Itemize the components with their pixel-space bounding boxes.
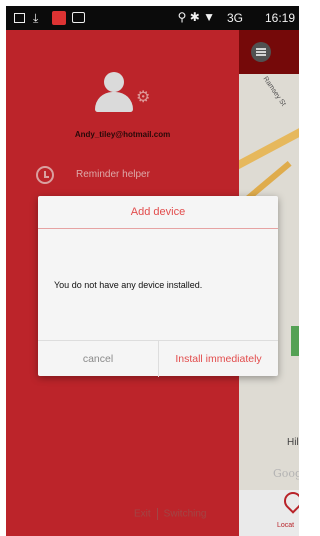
photo-icon — [72, 12, 85, 23]
status-bar: ⤓ ⚲ ✱ ▼ 3G 16:19 — [6, 6, 299, 30]
dialog-title: Add device — [130, 206, 186, 218]
add-device-dialog: Add device You do not have any device in… — [38, 196, 278, 377]
cancel-button[interactable]: cancel — [38, 341, 158, 377]
bluetooth-icon: ✱ — [189, 10, 200, 24]
dialog-title-divider — [38, 228, 278, 229]
install-immediately-button[interactable]: Install immediately — [158, 341, 278, 377]
dialog-message: You do not have any device installed. — [54, 280, 203, 290]
clock-time: 16:19 — [264, 11, 295, 25]
location-icon: ⚲ — [177, 10, 187, 24]
app-notification-icon — [52, 11, 66, 25]
wifi-icon: ▼ — [203, 10, 215, 24]
download-icon: ⤓ — [33, 11, 39, 25]
notification-icon — [14, 13, 25, 23]
dialog-actions: cancel Install immediately — [38, 340, 278, 377]
network-type: 3G — [226, 11, 243, 25]
phone-screen: ⤓ ⚲ ✱ ▼ 3G 16:19 Ramsey St HillyF Google… — [6, 6, 299, 536]
status-icons: ⚲ ✱ ▼ — [178, 10, 215, 24]
